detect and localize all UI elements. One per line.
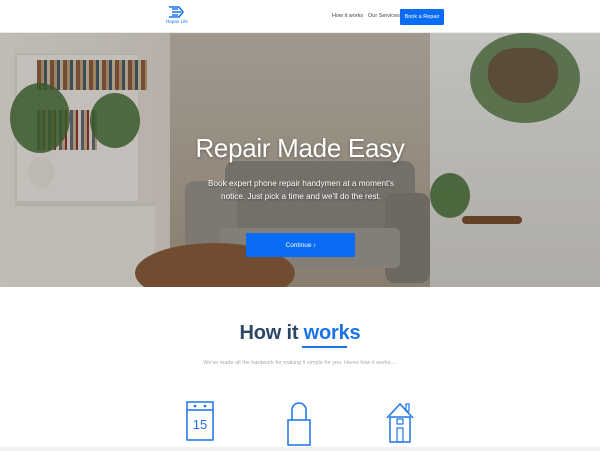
logo[interactable]: Repair Life <box>165 5 189 29</box>
nav-link-our-services[interactable]: Our Services <box>368 13 400 19</box>
title-underline <box>302 346 347 348</box>
title-plain: How it <box>239 322 299 344</box>
lock-icon <box>286 398 312 451</box>
navbar: Repair Life How it works Our Services Bo… <box>0 0 600 33</box>
title-accent: works <box>303 322 361 344</box>
how-it-works-subtitle: We've made all the hardwork for making i… <box>203 360 397 366</box>
calendar-number: 15 <box>193 417 207 432</box>
logo-arrows-icon <box>169 6 185 18</box>
hero-subtitle: Book expert phone repair handymen at a m… <box>208 179 394 201</box>
house-icon <box>385 398 415 449</box>
how-it-works-title: How it works <box>0 322 600 345</box>
hero-section: Repair Made Easy Book expert phone repai… <box>0 33 600 287</box>
calendar-icon: 15 <box>186 398 214 446</box>
book-repair-button[interactable]: Book a Repair <box>400 9 444 25</box>
page-bottom-strip <box>0 447 600 451</box>
continue-button[interactable]: Continue › <box>246 233 355 257</box>
hero-title: Repair Made Easy <box>195 133 405 163</box>
nav-link-how-it-works[interactable]: How it works <box>332 13 363 19</box>
logo-text: Repair Life <box>166 19 188 24</box>
